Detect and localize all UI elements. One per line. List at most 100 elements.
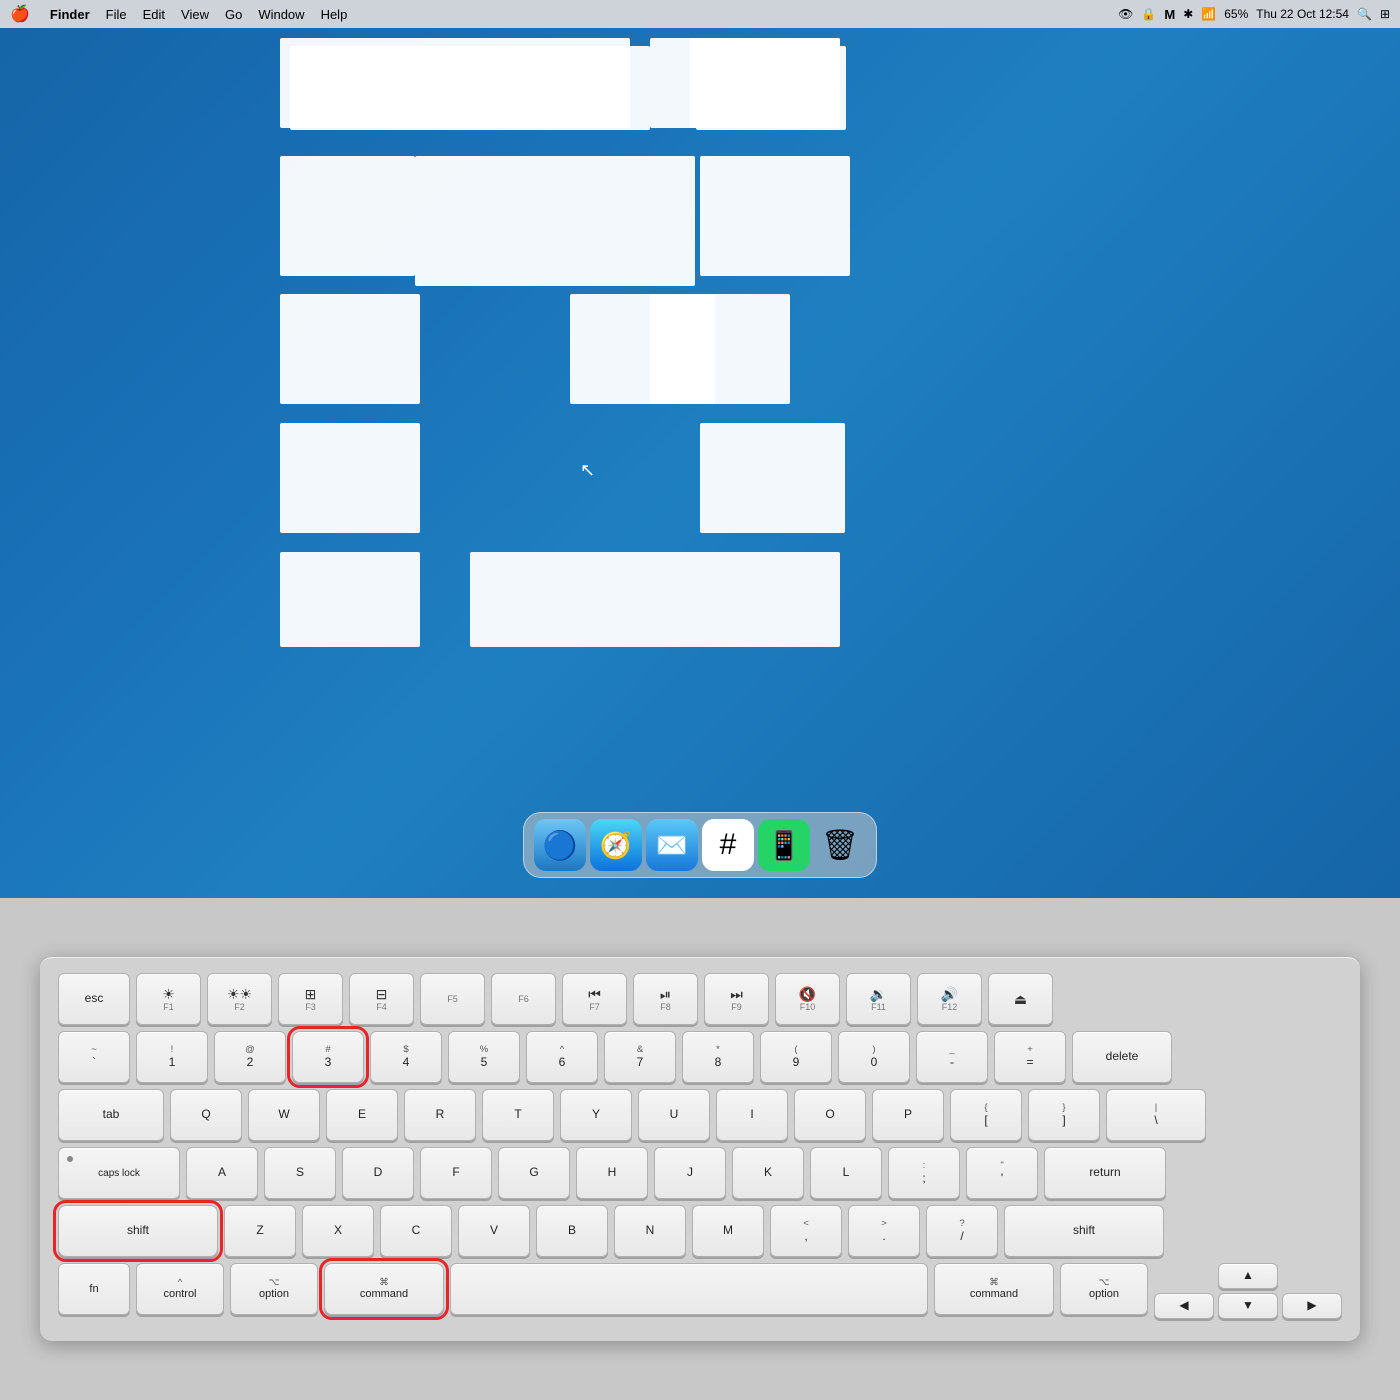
key-minus[interactable]: _ - — [916, 1031, 988, 1083]
search-icon[interactable]: 🔍 — [1357, 7, 1372, 21]
key-s[interactable]: S — [264, 1147, 336, 1199]
menu-window[interactable]: Window — [258, 7, 304, 22]
dock-whatsapp[interactable]: 📱 — [758, 819, 810, 871]
key-l[interactable]: L — [810, 1147, 882, 1199]
key-f11[interactable]: 🔉 F11 — [846, 973, 911, 1025]
key-f2[interactable]: ☀☀ F2 — [207, 973, 272, 1025]
key-f7[interactable]: ⏮ F7 — [562, 973, 627, 1025]
status-icon-eye[interactable]: 👁 — [1118, 7, 1133, 21]
key-arrow-left[interactable]: ◀ — [1154, 1293, 1214, 1319]
key-option-right[interactable]: ⌥ option — [1060, 1263, 1148, 1315]
key-6[interactable]: ^ 6 — [526, 1031, 598, 1083]
key-d[interactable]: D — [342, 1147, 414, 1199]
apple-menu[interactable]: 🍎 — [10, 4, 30, 24]
key-7[interactable]: & 7 — [604, 1031, 676, 1083]
key-5[interactable]: % 5 — [448, 1031, 520, 1083]
key-i[interactable]: I — [716, 1089, 788, 1141]
menu-view[interactable]: View — [181, 7, 209, 22]
key-f9[interactable]: ⏭ F9 — [704, 973, 769, 1025]
key-comma[interactable]: < , — [770, 1205, 842, 1257]
key-e[interactable]: E — [326, 1089, 398, 1141]
key-period[interactable]: > . — [848, 1205, 920, 1257]
key-c[interactable]: C — [380, 1205, 452, 1257]
key-option-left[interactable]: ⌥ option — [230, 1263, 318, 1315]
key-f5[interactable]: F5 — [420, 973, 485, 1025]
key-backslash[interactable]: | \ — [1106, 1089, 1206, 1141]
key-f4[interactable]: ⊟ F4 — [349, 973, 414, 1025]
key-caps-lock[interactable]: caps lock — [58, 1147, 180, 1199]
key-p[interactable]: P — [872, 1089, 944, 1141]
key-o[interactable]: O — [794, 1089, 866, 1141]
key-f8[interactable]: ⏯ F8 — [633, 973, 698, 1025]
key-4[interactable]: $ 4 — [370, 1031, 442, 1083]
key-control[interactable]: ^ control — [136, 1263, 224, 1315]
key-3[interactable]: # 3 — [292, 1031, 364, 1083]
key-space[interactable] — [450, 1263, 928, 1315]
key-y[interactable]: Y — [560, 1089, 632, 1141]
key-fn[interactable]: fn — [58, 1263, 130, 1315]
menu-finder[interactable]: Finder — [50, 7, 90, 22]
dock-finder[interactable]: 🔵 — [534, 819, 586, 871]
key-8[interactable]: * 8 — [682, 1031, 754, 1083]
key-command-right[interactable]: ⌘ command — [934, 1263, 1054, 1315]
key-a[interactable]: A — [186, 1147, 258, 1199]
key-g[interactable]: G — [498, 1147, 570, 1199]
status-icon-bluetooth[interactable]: ✱ — [1183, 7, 1193, 21]
key-command-left[interactable]: ⌘ command — [324, 1263, 444, 1315]
key-k[interactable]: K — [732, 1147, 804, 1199]
key-9[interactable]: ( 9 — [760, 1031, 832, 1083]
status-icon-vpn[interactable]: 🔒 — [1141, 7, 1156, 21]
key-x[interactable]: X — [302, 1205, 374, 1257]
key-0[interactable]: ) 0 — [838, 1031, 910, 1083]
status-icon-m[interactable]: M — [1164, 7, 1175, 22]
status-icon-wifi[interactable]: 📶 — [1201, 7, 1216, 21]
key-v[interactable]: V — [458, 1205, 530, 1257]
key-backtick[interactable]: ~ ` — [58, 1031, 130, 1083]
key-quote[interactable]: " ' — [966, 1147, 1038, 1199]
menu-help[interactable]: Help — [321, 7, 348, 22]
key-f12[interactable]: 🔊 F12 — [917, 973, 982, 1025]
desktop-tile — [470, 552, 840, 647]
key-tab[interactable]: tab — [58, 1089, 164, 1141]
dock-slack[interactable]: # — [702, 819, 754, 871]
key-r[interactable]: R — [404, 1089, 476, 1141]
key-z[interactable]: Z — [224, 1205, 296, 1257]
key-h[interactable]: H — [576, 1147, 648, 1199]
dock-trash[interactable]: 🗑 — [814, 819, 866, 871]
key-2[interactable]: @ 2 — [214, 1031, 286, 1083]
menu-go[interactable]: Go — [225, 7, 242, 22]
key-m[interactable]: M — [692, 1205, 764, 1257]
key-arrow-right[interactable]: ▶ — [1282, 1293, 1342, 1319]
key-n[interactable]: N — [614, 1205, 686, 1257]
key-arrow-down[interactable]: ▼ — [1218, 1293, 1278, 1319]
key-f10[interactable]: 🔇 F10 — [775, 973, 840, 1025]
key-w[interactable]: W — [248, 1089, 320, 1141]
key-f6[interactable]: F6 — [491, 973, 556, 1025]
key-t[interactable]: T — [482, 1089, 554, 1141]
key-open-bracket[interactable]: { [ — [950, 1089, 1022, 1141]
key-slash[interactable]: ? / — [926, 1205, 998, 1257]
key-q[interactable]: Q — [170, 1089, 242, 1141]
key-return[interactable]: return — [1044, 1147, 1166, 1199]
key-shift-left[interactable]: shift — [58, 1205, 218, 1257]
key-shift-right[interactable]: shift — [1004, 1205, 1164, 1257]
menu-file[interactable]: File — [106, 7, 127, 22]
dock-safari[interactable]: 🧭 — [590, 819, 642, 871]
key-j[interactable]: J — [654, 1147, 726, 1199]
key-equals[interactable]: + = — [994, 1031, 1066, 1083]
key-1[interactable]: ! 1 — [136, 1031, 208, 1083]
control-center-icon[interactable]: ⊞ — [1380, 7, 1390, 21]
key-close-bracket[interactable]: } ] — [1028, 1089, 1100, 1141]
key-u[interactable]: U — [638, 1089, 710, 1141]
key-semicolon[interactable]: : ; — [888, 1147, 960, 1199]
key-delete[interactable]: delete — [1072, 1031, 1172, 1083]
key-arrow-up[interactable]: ▲ — [1218, 1263, 1278, 1289]
key-f3[interactable]: ⊞ F3 — [278, 973, 343, 1025]
key-f1[interactable]: ☀ F1 — [136, 973, 201, 1025]
key-eject[interactable]: ⏏ — [988, 973, 1053, 1025]
key-f[interactable]: F — [420, 1147, 492, 1199]
key-esc[interactable]: esc — [58, 973, 130, 1025]
menu-edit[interactable]: Edit — [143, 7, 165, 22]
key-b[interactable]: B — [536, 1205, 608, 1257]
dock-mail[interactable]: ✉️ — [646, 819, 698, 871]
